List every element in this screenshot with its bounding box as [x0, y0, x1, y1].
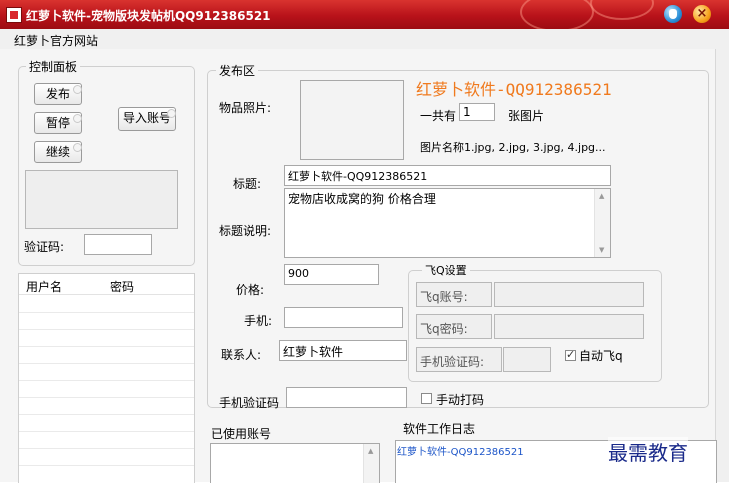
column-username: 用户名 [26, 280, 63, 294]
decor-swirl-icon [520, 0, 594, 32]
feiq-settings-title: 飞Q设置 [422, 262, 470, 278]
app-icon [6, 7, 22, 23]
table-row [19, 329, 194, 330]
title-label: 标题: [233, 177, 262, 191]
phone-input[interactable] [284, 307, 403, 328]
import-accounts-button[interactable]: 导入账号 [118, 107, 176, 131]
description-textarea[interactable]: 宠物店收成窝的狗 价格合理 ▲ ▼ [284, 188, 611, 258]
contact-label: 联系人: [221, 348, 262, 362]
table-row [19, 414, 194, 415]
pause-button[interactable]: 暂停 [34, 112, 82, 134]
table-row [19, 431, 194, 432]
manual-code-label: 手动打码 [436, 393, 485, 407]
image-count-input[interactable]: 1 [459, 103, 495, 121]
captcha-image-box [25, 170, 178, 229]
used-accounts-scrollbar[interactable]: ▲ [363, 444, 379, 483]
captcha-label: 验证码: [24, 240, 65, 254]
feiq-password-label-box: 飞q密码: [416, 314, 492, 339]
feiq-sms-input[interactable] [503, 347, 551, 372]
menu-official-site[interactable]: 红萝卜官方网站 [14, 32, 98, 49]
log-title: 软件工作日志 [403, 422, 476, 436]
accounts-table-header: 用户名 密码 [19, 274, 194, 295]
image-count-suffix: 张图片 [508, 109, 545, 123]
captcha-input[interactable] [84, 234, 152, 255]
price-input[interactable]: 900 [284, 264, 379, 285]
table-row [19, 397, 194, 398]
brand-text: 红萝卜软件-QQ912386521 [416, 80, 612, 99]
scroll-down-icon[interactable]: ▼ [599, 246, 604, 254]
button-decor-icon [167, 109, 176, 118]
auto-feiq-checkbox[interactable] [565, 348, 576, 361]
control-panel-title: 控制面板 [26, 58, 81, 75]
description-label: 标题说明: [219, 224, 272, 238]
column-password: 密码 [110, 280, 135, 294]
title-input[interactable]: 红萝卜软件-QQ912386521 [284, 165, 611, 186]
used-accounts-title: 已使用账号 [211, 427, 272, 441]
auto-feiq-label: 自动飞q [579, 349, 623, 363]
title-bar[interactable]: 红萝卜软件-宠物版块发帖机QQ912386521 × [0, 0, 729, 32]
menu-bar: 红萝卜官方网站 [0, 29, 729, 50]
log-line: 红萝卜软件-QQ912386521 [397, 447, 524, 458]
minimize-button[interactable] [664, 5, 682, 23]
table-row [19, 363, 194, 364]
button-decor-icon [73, 85, 82, 94]
table-row [19, 465, 194, 466]
scroll-up-icon[interactable]: ▲ [599, 192, 604, 200]
close-button[interactable]: × [693, 5, 711, 23]
scroll-up-icon[interactable]: ▲ [368, 447, 373, 455]
sms-code-label: 手机验证码 [219, 396, 280, 410]
window-right-frame [715, 49, 729, 482]
decor-swirl-icon [590, 0, 654, 20]
table-row [19, 312, 194, 313]
feiq-account-label-box: 飞q账号: [416, 282, 492, 307]
sms-code-input[interactable] [286, 387, 407, 408]
description-scrollbar[interactable]: ▲ ▼ [594, 189, 610, 257]
pause-button-label: 暂停 [45, 116, 70, 130]
table-row [19, 448, 194, 449]
table-row [19, 380, 194, 381]
photo-label: 物品照片: [219, 101, 272, 115]
publish-button[interactable]: 发布 [34, 83, 82, 105]
continue-button-label: 继续 [45, 145, 70, 159]
feiq-sms-label-box: 手机验证码: [416, 347, 502, 372]
price-label: 价格: [236, 283, 265, 297]
import-accounts-label: 导入账号 [122, 111, 171, 125]
feiq-account-input[interactable] [494, 282, 644, 307]
button-decor-icon [73, 114, 82, 123]
contact-input[interactable]: 红萝卜软件 [279, 340, 407, 361]
accounts-table[interactable]: 用户名 密码 [18, 273, 195, 483]
window-title: 红萝卜软件-宠物版块发帖机QQ912386521 [26, 9, 271, 23]
photo-box[interactable] [300, 80, 404, 160]
table-row [19, 346, 194, 347]
description-text: 宠物店收成窝的狗 价格合理 [288, 192, 436, 206]
used-accounts-list[interactable]: ▲ [210, 443, 380, 483]
publish-area-title: 发布区 [216, 62, 259, 79]
image-names-label: 图片名称1.jpg, 2.jpg, 3.jpg, 4.jpg... [420, 141, 606, 154]
phone-label: 手机: [244, 314, 273, 328]
feiq-password-input[interactable] [494, 314, 644, 339]
button-decor-icon [73, 143, 82, 152]
manual-code-checkbox[interactable] [421, 393, 432, 404]
watermark-text: 最需教育 [608, 437, 688, 466]
continue-button[interactable]: 继续 [34, 141, 82, 163]
publish-button-label: 发布 [45, 87, 70, 101]
image-count-prefix: 一共有 [420, 109, 457, 123]
